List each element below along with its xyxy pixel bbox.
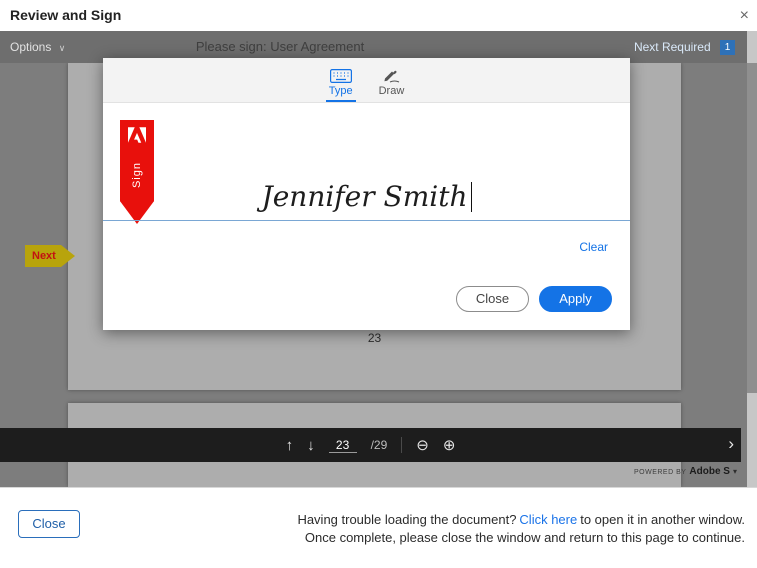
page-up-icon[interactable]: ↑ [286, 438, 294, 453]
help-line1-pre: Having trouble loading the document? [297, 512, 516, 527]
page-down-icon[interactable]: ↓ [307, 438, 315, 453]
vertical-scrollbar[interactable] [747, 31, 757, 487]
powered-brand-label: Adobe S [689, 466, 730, 477]
next-required-label: Next Required [634, 40, 711, 54]
signature-dialog: Type Draw [103, 58, 630, 330]
powered-by-label: POWERED BY [634, 469, 686, 476]
clear-signature-link[interactable]: Clear [579, 240, 608, 254]
click-here-link[interactable]: Click here [519, 512, 577, 527]
next-required-button[interactable]: Next Required 1 [634, 31, 735, 63]
chevron-right-icon[interactable]: › [728, 434, 734, 454]
window-title: Review and Sign [10, 0, 121, 31]
tab-type[interactable]: Type [326, 65, 356, 102]
tab-draw[interactable]: Draw [376, 65, 408, 102]
toolbar-divider [401, 437, 402, 453]
dialog-close-button[interactable]: Close [456, 286, 529, 312]
page-total-label: /29 [371, 438, 388, 452]
signature-input[interactable]: Jennifer Smith [103, 180, 630, 213]
footer-help-text: Having trouble loading the document?Clic… [297, 511, 745, 547]
pen-icon [381, 69, 401, 83]
help-line-2: Once complete, please close the window a… [297, 529, 745, 547]
dialog-apply-button[interactable]: Apply [539, 286, 612, 312]
zoom-out-icon[interactable]: ⊖ [416, 438, 429, 453]
footer-close-button[interactable]: Close [18, 510, 80, 538]
tab-type-label: Type [329, 85, 353, 97]
zoom-in-icon[interactable]: ⊕ [443, 438, 456, 453]
next-required-count-badge: 1 [720, 40, 735, 55]
signature-text: Jennifer Smith [261, 180, 467, 213]
signature-baseline [103, 220, 630, 221]
signature-tabs: Type Draw [103, 58, 630, 103]
page-number-label: 23 [68, 331, 681, 345]
review-and-sign-window: Review and Sign × Options ∨ Please sign:… [0, 0, 757, 568]
scrollbar-thumb[interactable] [747, 63, 757, 393]
window-header: Review and Sign × [0, 0, 757, 31]
help-line-1: Having trouble loading the document?Clic… [297, 511, 745, 529]
close-icon[interactable]: × [740, 0, 749, 31]
adobe-logo-icon [120, 127, 154, 143]
pdf-nav-bar: ↑ ↓ /29 ⊖ ⊕ › [0, 428, 741, 462]
text-caret [471, 182, 472, 212]
keyboard-icon [330, 69, 352, 83]
page-number-input[interactable] [329, 438, 357, 453]
tab-draw-label: Draw [379, 85, 405, 97]
help-line1-post: to open it in another window. [580, 512, 745, 527]
page-footer: Close Having trouble loading the documen… [0, 487, 757, 568]
caret-down-icon[interactable]: ▾ [733, 467, 737, 476]
powered-by-strip: POWERED BY Adobe S ▾ [0, 462, 741, 487]
